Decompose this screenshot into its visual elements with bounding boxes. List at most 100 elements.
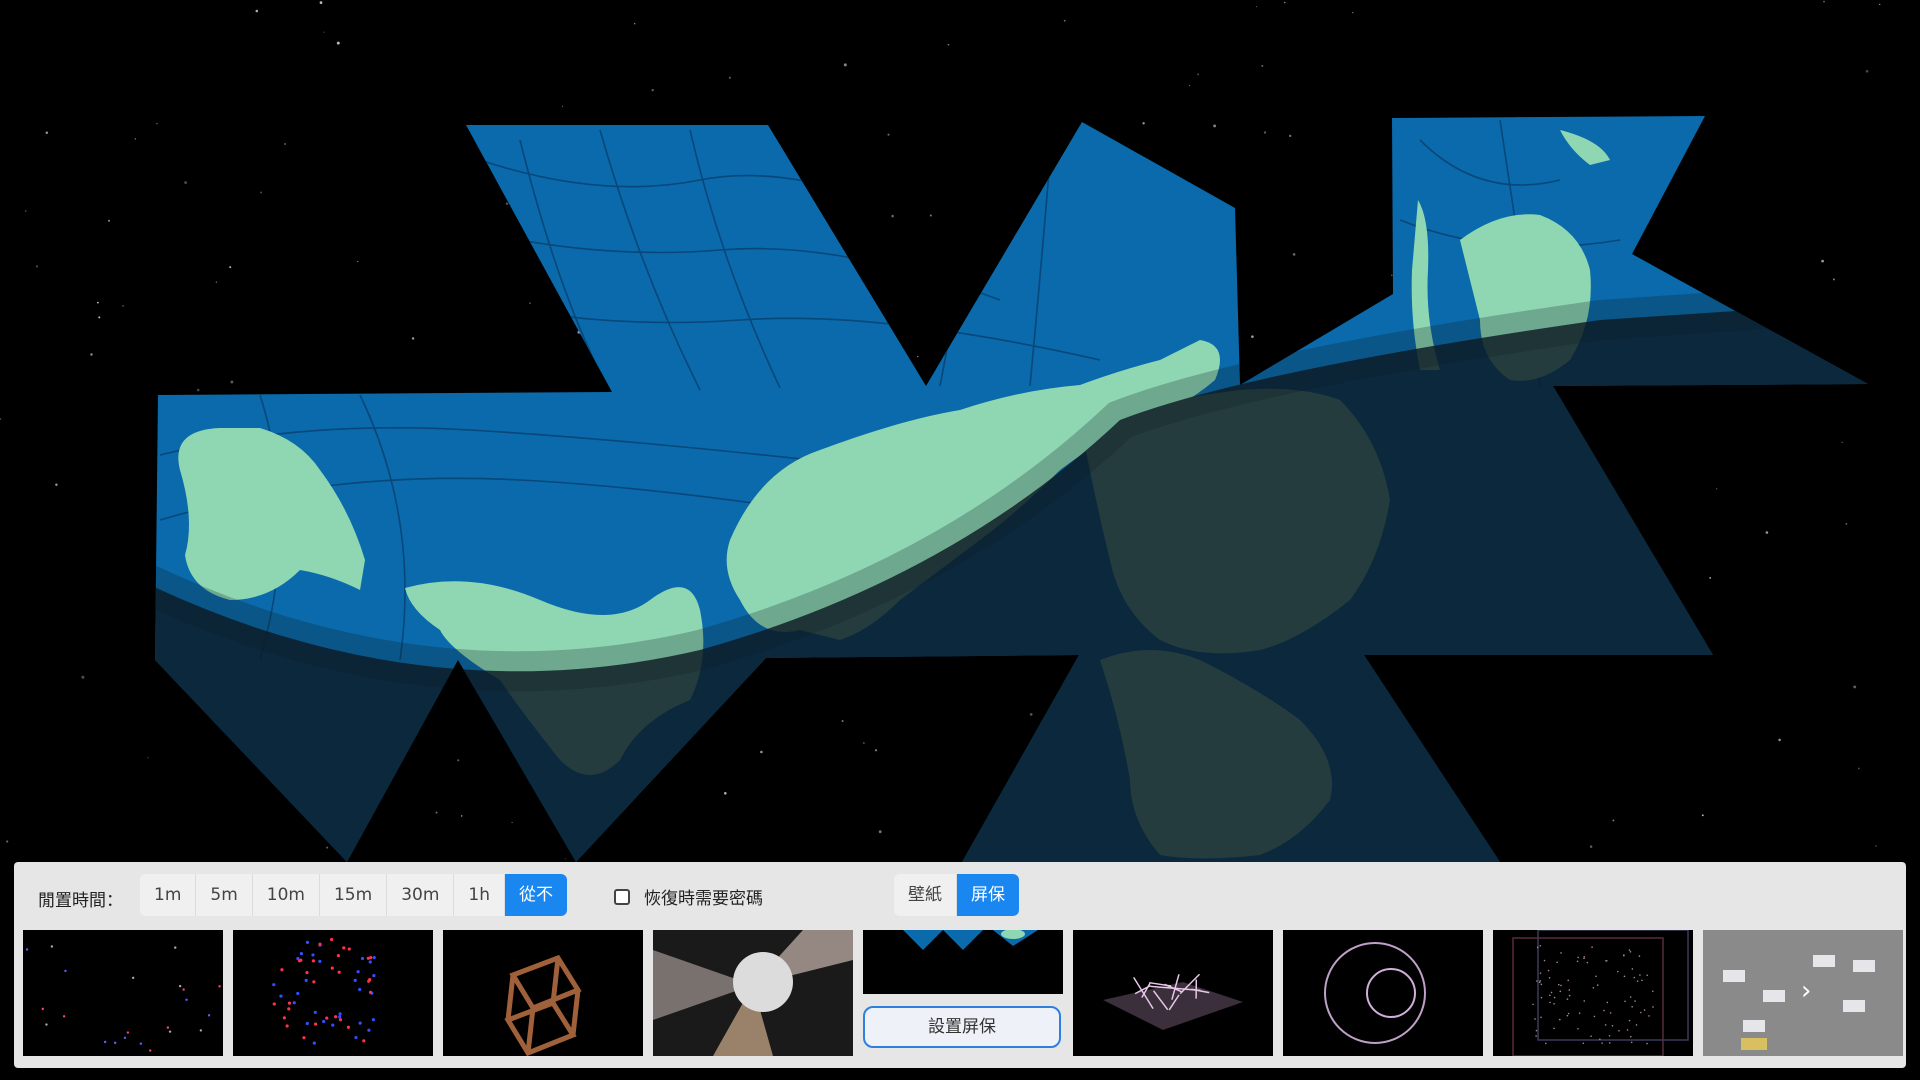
dymaxion-map-preview	[863, 930, 1063, 994]
star	[1261, 64, 1264, 67]
star	[1765, 531, 1769, 534]
screensaver-thumb-dymaxion-map[interactable]: 設置屏保	[863, 930, 1063, 1056]
star	[841, 719, 844, 723]
star	[1289, 134, 1292, 137]
idle-time-option-0[interactable]: 1m	[140, 874, 197, 916]
star	[1589, 845, 1593, 848]
star	[728, 76, 731, 79]
star	[0, 417, 2, 421]
set-screensaver-button[interactable]: 設置屏保	[863, 1006, 1061, 1048]
chevron-right-icon[interactable]: ›	[1801, 976, 1811, 1006]
wire-cube-preview	[504, 954, 582, 1056]
star	[917, 355, 919, 358]
star	[1853, 685, 1857, 689]
disco-ball-preview	[653, 930, 853, 1056]
star	[134, 138, 137, 140]
star	[1142, 122, 1145, 125]
star	[1197, 73, 1200, 76]
star	[284, 143, 286, 145]
dymaxion-map	[155, 116, 1868, 862]
star	[1213, 124, 1217, 128]
screensaver-thumb-rings[interactable]	[1283, 930, 1483, 1056]
star	[1612, 819, 1615, 822]
star	[1778, 738, 1781, 742]
star	[1832, 278, 1835, 281]
password-checkbox-row[interactable]: 恢復時需要密碼	[614, 884, 763, 909]
star	[1845, 523, 1848, 525]
idle-time-option-5[interactable]: 1h	[454, 874, 505, 916]
star	[1263, 131, 1267, 134]
mode-selector: 壁紙 屏保	[894, 874, 1019, 916]
screensaver-thumb-disco-ball[interactable]	[653, 930, 853, 1056]
star	[505, 202, 509, 205]
star	[215, 281, 218, 283]
star	[891, 214, 894, 218]
star	[357, 260, 359, 263]
star	[874, 749, 878, 752]
star	[326, 846, 329, 849]
star	[1029, 713, 1033, 716]
screensaver-panel: 閒置時間： 1m 5m 10m 15m 30m 1h 從不 恢復時需要密碼 壁紙 屏保 設置屏…	[14, 862, 1906, 1068]
star	[81, 675, 85, 679]
star	[147, 757, 149, 759]
star	[196, 388, 200, 392]
star	[156, 122, 158, 125]
star	[1255, 5, 1258, 8]
star	[6, 840, 9, 843]
star	[98, 316, 101, 319]
screensaver-list: 設置屏保 ›	[23, 930, 1903, 1058]
star	[947, 43, 950, 46]
star	[760, 750, 763, 754]
mode-option-0[interactable]: 壁紙	[894, 874, 957, 916]
password-checkbox[interactable]	[614, 888, 630, 905]
star	[651, 88, 654, 92]
star	[511, 821, 513, 824]
wire-box-preview	[1512, 930, 1689, 1056]
star	[1865, 69, 1869, 73]
star	[1292, 253, 1296, 256]
screensaver-thumb-particle-sphere[interactable]	[233, 930, 433, 1056]
star	[1879, 3, 1881, 6]
starfield-dots-preview	[25, 945, 221, 1052]
star	[255, 9, 259, 13]
star	[460, 815, 463, 817]
star	[1841, 441, 1843, 444]
star	[184, 181, 187, 184]
star	[1188, 84, 1191, 87]
idle-time-option-2[interactable]: 10m	[252, 874, 320, 916]
star	[1063, 19, 1066, 22]
star	[843, 63, 847, 67]
star	[887, 133, 890, 136]
star	[1821, 259, 1824, 263]
screensaver-thumb-grid-particles[interactable]	[1073, 930, 1273, 1056]
star	[336, 41, 340, 45]
star	[90, 353, 93, 356]
star	[1284, 1, 1286, 4]
star	[1709, 576, 1712, 579]
star	[230, 380, 234, 384]
star	[435, 811, 438, 814]
star	[1351, 11, 1354, 14]
screensaver-thumb-starfield-dots[interactable]	[23, 930, 223, 1056]
grid-particles-preview	[1103, 973, 1243, 1030]
screensaver-thumb-wire-cube[interactable]	[443, 930, 643, 1056]
star	[35, 265, 39, 268]
idle-time-option-4[interactable]: 30m	[387, 874, 455, 916]
idle-time-option-3[interactable]: 15m	[319, 874, 388, 916]
mode-option-1[interactable]: 屏保	[957, 874, 1019, 916]
idle-time-option-6[interactable]: 從不	[504, 874, 567, 916]
star	[929, 214, 932, 217]
password-checkbox-label: 恢復時需要密碼	[644, 889, 763, 909]
screensaver-thumb-more-blocks[interactable]: ›	[1703, 930, 1903, 1056]
star	[96, 301, 99, 304]
star	[55, 483, 58, 487]
screensaver-thumb-wire-box[interactable]	[1493, 930, 1693, 1056]
star	[1716, 488, 1718, 490]
star	[1391, 274, 1393, 276]
idle-time-selector: 1m 5m 10m 15m 30m 1h 從不	[140, 874, 567, 916]
star	[724, 792, 727, 795]
idle-time-label: 閒置時間：	[38, 891, 123, 911]
idle-time-option-1[interactable]: 5m	[196, 874, 253, 916]
star	[561, 105, 564, 108]
star	[229, 266, 232, 269]
